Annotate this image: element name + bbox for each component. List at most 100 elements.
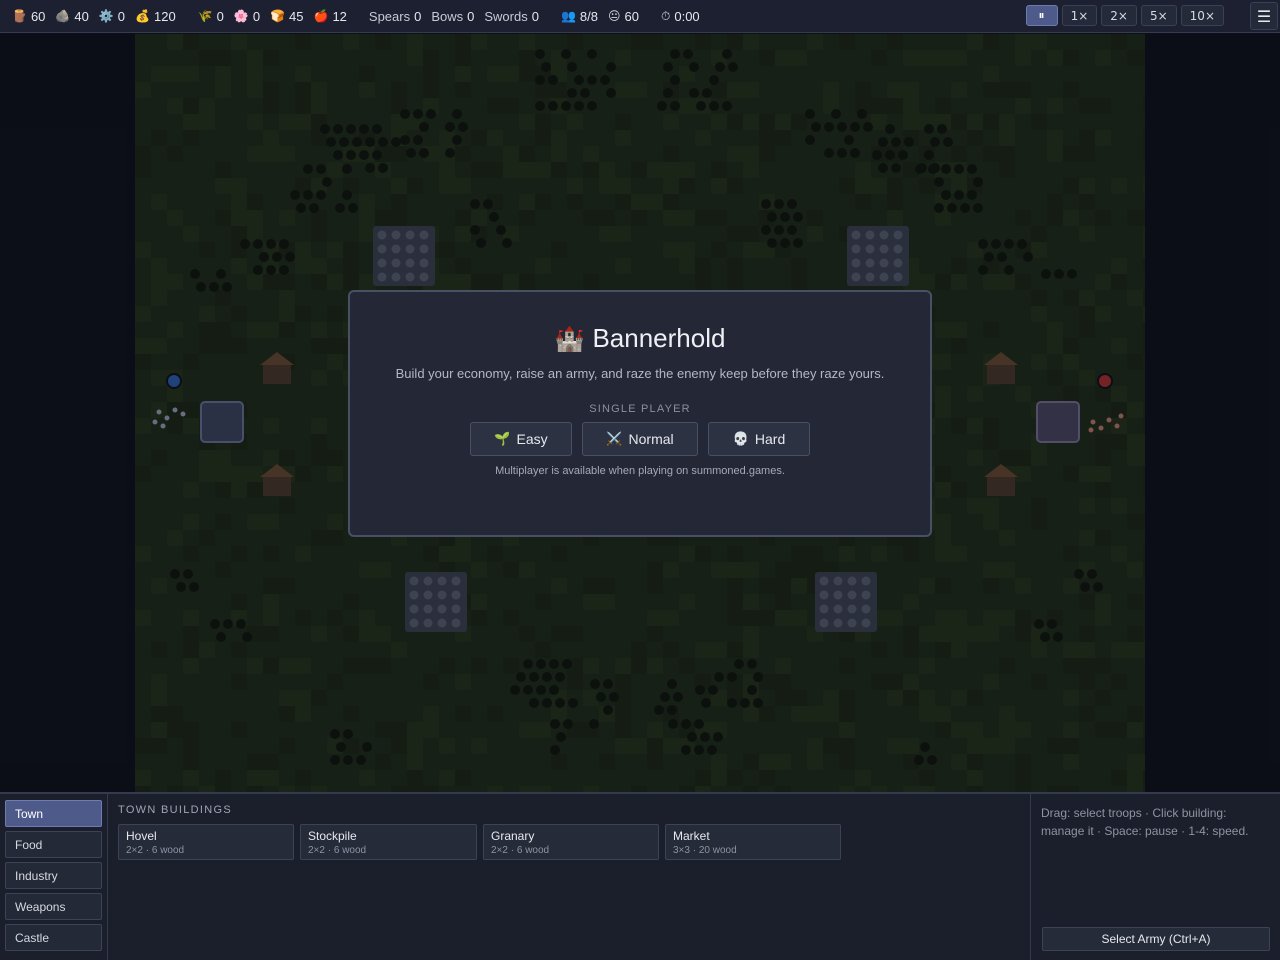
grass-tile xyxy=(1143,306,1145,322)
speed-10x-button[interactable]: 10× xyxy=(1180,5,1224,26)
grass-tile xyxy=(791,690,807,706)
normal-button[interactable]: ⚔️ Normal xyxy=(582,422,698,456)
tree xyxy=(978,239,988,249)
grass-tile xyxy=(279,450,295,466)
stone-rock xyxy=(377,272,387,282)
grass-tile xyxy=(151,578,167,594)
grass-tile xyxy=(247,146,263,162)
easy-button[interactable]: 🌱 Easy xyxy=(470,422,572,456)
grass-tile xyxy=(615,258,631,274)
grass-tile xyxy=(135,354,151,370)
grass-tile xyxy=(583,210,599,226)
grass-tile xyxy=(1079,98,1095,114)
stone-rock xyxy=(861,590,871,600)
grass-tile xyxy=(1143,226,1145,242)
menu-button[interactable]: ☰ xyxy=(1250,2,1278,30)
enemy-banner xyxy=(1097,373,1113,389)
building-name: Market xyxy=(673,829,710,843)
grass-tile xyxy=(1047,130,1063,146)
grass-tile xyxy=(951,754,967,770)
grass-tile xyxy=(535,258,551,274)
tree xyxy=(747,659,757,669)
grass-tile xyxy=(1063,354,1079,370)
grass-tile xyxy=(215,450,231,466)
grass-tile xyxy=(215,210,231,226)
apple-icon: 🍎 xyxy=(313,9,329,23)
tree xyxy=(805,135,815,145)
stone-rock xyxy=(437,618,447,628)
stone-rock xyxy=(879,272,889,282)
select-army-button[interactable]: Select Army (Ctrl+A) xyxy=(1042,927,1270,951)
stone-rock xyxy=(851,272,861,282)
hamburger-icon: ☰ xyxy=(1256,6,1272,26)
stone-rock xyxy=(437,590,447,600)
tree xyxy=(727,672,737,682)
building-stockpile[interactable]: Stockpile 2×2 · 6 wood xyxy=(300,824,477,860)
grass-tile xyxy=(727,114,743,130)
grass-tile xyxy=(1095,690,1111,706)
category-castle[interactable]: Castle xyxy=(5,924,102,951)
grass-tile xyxy=(983,738,999,754)
speed-5x-button[interactable]: 5× xyxy=(1140,5,1177,26)
apple-count: 12 xyxy=(332,8,347,24)
grass-tile xyxy=(247,754,263,770)
grass-tile xyxy=(839,754,855,770)
enemy-unit xyxy=(1106,417,1112,423)
tree xyxy=(458,122,468,132)
grass-tile xyxy=(1063,642,1079,658)
pause-button[interactable]: ⏸ xyxy=(1025,5,1058,26)
tree xyxy=(1080,582,1090,592)
grass-tile xyxy=(1015,274,1031,290)
tree xyxy=(562,659,572,669)
grass-tile xyxy=(887,210,903,226)
house xyxy=(987,476,1015,496)
tree xyxy=(359,124,369,134)
building-hovel[interactable]: Hovel 2×2 · 6 wood xyxy=(118,824,294,860)
category-food[interactable]: Food xyxy=(5,831,102,858)
grass-tile xyxy=(343,626,359,642)
grass-tile xyxy=(423,546,439,562)
game-timer: ⏱ 0:00 xyxy=(661,9,700,24)
grass-tile xyxy=(951,338,967,354)
category-town[interactable]: Town xyxy=(5,800,102,827)
hard-button[interactable]: 💀 Hard xyxy=(708,422,810,456)
building-market[interactable]: Market 3×3 · 20 wood xyxy=(665,824,841,860)
grass-tile xyxy=(791,578,807,594)
tree xyxy=(580,88,590,98)
building-granary[interactable]: Granary 2×2 · 6 wood xyxy=(483,824,659,860)
grass-tile xyxy=(583,146,599,162)
grass-tile xyxy=(615,194,631,210)
grass-tile xyxy=(1079,290,1095,306)
grass-tile xyxy=(231,642,247,658)
category-industry[interactable]: Industry xyxy=(5,862,102,889)
tree xyxy=(863,122,873,132)
tree xyxy=(707,745,717,755)
category-list: Town Food Industry Weapons Castle xyxy=(0,794,108,960)
grass-tile xyxy=(983,514,999,530)
stone-rock xyxy=(847,604,857,614)
speed-2x-button[interactable]: 2× xyxy=(1101,5,1137,26)
tree xyxy=(343,729,353,739)
tree xyxy=(1053,632,1063,642)
grass-tile xyxy=(215,562,231,578)
grass-tile xyxy=(615,226,631,242)
grass-tile xyxy=(167,210,183,226)
grass-tile xyxy=(903,626,919,642)
grass-tile xyxy=(727,178,743,194)
grass-tile xyxy=(343,258,359,274)
speed-1x-button[interactable]: 1× xyxy=(1061,5,1098,26)
grass-tile xyxy=(679,162,695,178)
grass-tile xyxy=(615,114,631,130)
grass-tile xyxy=(839,178,855,194)
grass-tile xyxy=(1063,50,1079,66)
grass-tile xyxy=(759,770,775,786)
grass-tile xyxy=(247,658,263,674)
grass-tile xyxy=(1015,626,1031,642)
tree xyxy=(563,719,573,729)
tree xyxy=(549,685,559,695)
grass-tile xyxy=(631,210,647,226)
grass-tile xyxy=(1127,50,1143,66)
grass-tile xyxy=(647,162,663,178)
category-weapons[interactable]: Weapons xyxy=(5,893,102,920)
grass-tile xyxy=(471,610,487,626)
